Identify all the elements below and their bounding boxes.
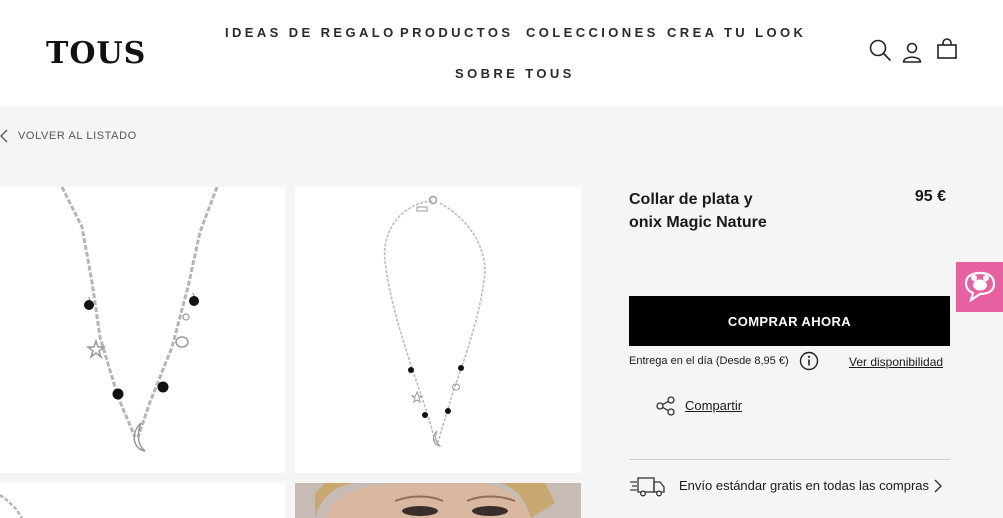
tous-logo[interactable]: TOUS bbox=[46, 36, 146, 71]
user-icon[interactable] bbox=[900, 40, 924, 64]
truck-icon bbox=[630, 477, 665, 497]
info-icon[interactable] bbox=[799, 351, 819, 371]
divider bbox=[629, 459, 950, 460]
product-title-line-1: Collar de plata y bbox=[629, 191, 753, 208]
necklace-full-image bbox=[383, 195, 486, 447]
nav-sobre-tous[interactable]: SOBRE TOUS bbox=[455, 66, 575, 81]
back-label: VOLVER AL LISTADO bbox=[18, 130, 137, 142]
nav-crea-tu-look[interactable]: CREA TU LOOK bbox=[667, 25, 806, 40]
bag-icon[interactable] bbox=[935, 37, 959, 61]
product-price: 95 € bbox=[914, 188, 946, 205]
necklace-closeup-image bbox=[60, 187, 219, 452]
product-title-line-2: onix Magic Nature bbox=[629, 214, 767, 231]
chevron-right-icon[interactable] bbox=[932, 479, 944, 493]
back-to-listing-link[interactable]: VOLVER AL LISTADO bbox=[0, 128, 137, 144]
chat-widget-button[interactable] bbox=[956, 262, 1003, 312]
share-icon[interactable] bbox=[655, 395, 677, 417]
model-photo-image bbox=[295, 483, 581, 518]
share-link[interactable]: Compartir bbox=[685, 398, 742, 413]
same-day-delivery-text: Entrega en el día (Desde 8,95 €) bbox=[629, 355, 789, 367]
nav-colecciones[interactable]: COLECCIONES bbox=[526, 25, 659, 40]
nav-ideas-de-regalo[interactable]: IDEAS DE REGALO bbox=[225, 25, 397, 40]
product-image-3[interactable] bbox=[0, 483, 285, 518]
chevron-left-icon bbox=[0, 129, 8, 143]
product-image-4[interactable] bbox=[295, 483, 581, 518]
site-header: TOUS IDEAS DE REGALO PRODUCTOS COLECCION… bbox=[0, 0, 1003, 106]
search-icon[interactable] bbox=[868, 38, 892, 62]
nav-productos[interactable]: PRODUCTOS bbox=[400, 25, 513, 40]
necklace-chain-image bbox=[0, 494, 24, 518]
buy-now-button[interactable]: COMPRAR AHORA bbox=[629, 296, 950, 346]
chat-bear-icon bbox=[964, 271, 995, 303]
product-image-2[interactable] bbox=[295, 187, 581, 473]
product-title: Collar de plata y onix Magic Nature bbox=[629, 188, 829, 234]
check-availability-link[interactable]: Ver disponibilidad bbox=[849, 355, 943, 369]
product-image-1[interactable] bbox=[0, 187, 285, 473]
free-shipping-text: Envío estándar gratis en todas las compr… bbox=[679, 478, 930, 493]
